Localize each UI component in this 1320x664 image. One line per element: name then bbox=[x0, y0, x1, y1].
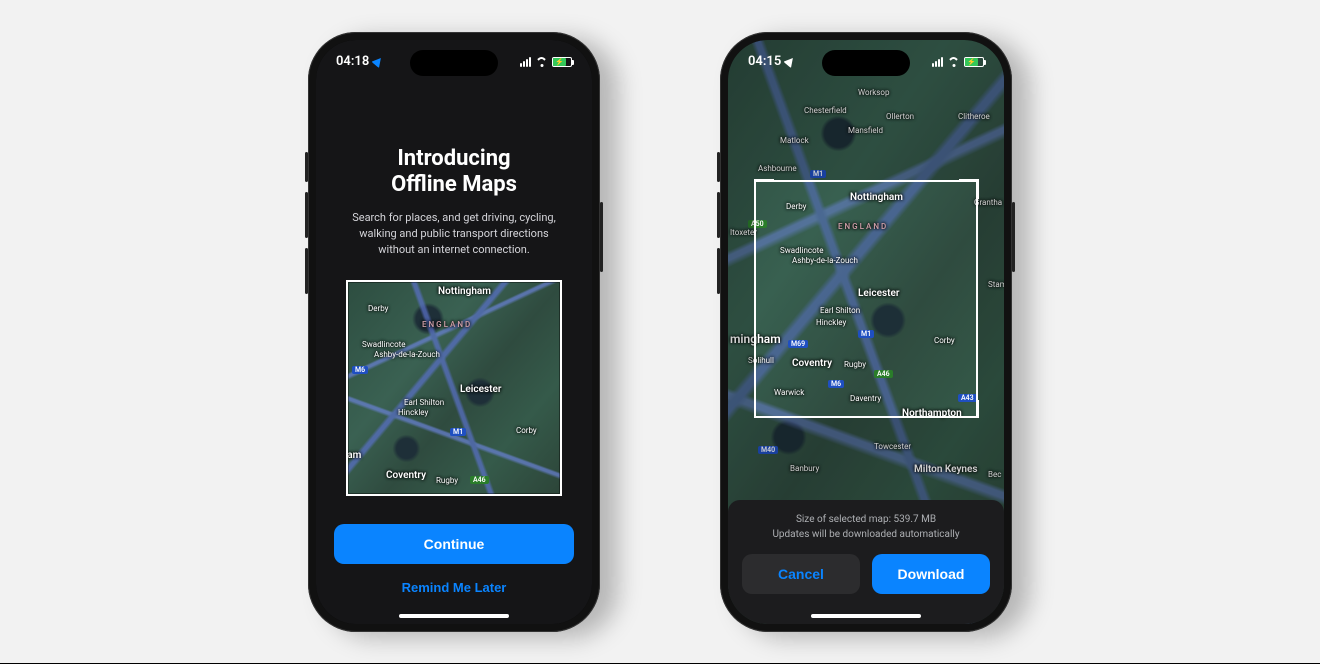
download-button[interactable]: Download bbox=[872, 554, 990, 594]
phone-screen: Worksop Chesterfield Ollerton Mansfield … bbox=[728, 40, 1004, 624]
wifi-icon bbox=[535, 57, 548, 67]
location-icon bbox=[784, 55, 797, 68]
battery-icon: ⚡ bbox=[964, 57, 984, 67]
road-badge-m1: M1 bbox=[810, 170, 826, 178]
volume-button bbox=[305, 248, 308, 294]
map-surface: Nottingham Derby ENGLAND Swadlincote Ash… bbox=[346, 280, 562, 496]
offline-maps-intro: Introducing Offline Maps Search for plac… bbox=[316, 40, 592, 624]
intro-title-line2: Offline Maps bbox=[391, 172, 517, 197]
volume-button bbox=[305, 192, 308, 238]
volume-button bbox=[717, 192, 720, 238]
volume-button bbox=[305, 152, 308, 182]
volume-button bbox=[717, 248, 720, 294]
intro-subtitle: Search for places, and get driving, cycl… bbox=[344, 210, 564, 258]
download-size-text: Size of selected map: 539.7 MB Updates w… bbox=[742, 512, 990, 542]
home-indicator[interactable] bbox=[811, 614, 921, 618]
intro-title-line1: Introducing bbox=[397, 146, 510, 171]
home-indicator[interactable] bbox=[399, 614, 509, 618]
power-button bbox=[1012, 202, 1015, 272]
wifi-icon bbox=[947, 57, 960, 67]
cellular-signal-icon bbox=[520, 57, 531, 67]
selection-frame[interactable] bbox=[754, 180, 978, 418]
dynamic-island bbox=[822, 50, 910, 76]
status-time: 04:18 bbox=[336, 54, 369, 69]
phone-screen: 04:18 ⚡ Introducing Offline Maps Search … bbox=[316, 40, 592, 624]
intro-title: Introducing Offline Maps bbox=[334, 146, 574, 199]
cellular-signal-icon bbox=[932, 57, 943, 67]
road-badge-m40: M40 bbox=[758, 446, 778, 454]
stage: 04:18 ⚡ Introducing Offline Maps Search … bbox=[0, 0, 1320, 664]
continue-button[interactable]: Continue bbox=[334, 524, 574, 564]
cancel-button[interactable]: Cancel bbox=[742, 554, 860, 594]
phone-right: Worksop Chesterfield Ollerton Mansfield … bbox=[720, 32, 1012, 632]
power-button bbox=[600, 202, 603, 272]
phone-left: 04:18 ⚡ Introducing Offline Maps Search … bbox=[308, 32, 600, 632]
status-time: 04:15 bbox=[748, 54, 781, 69]
battery-icon: ⚡ bbox=[552, 57, 572, 67]
dynamic-island bbox=[410, 50, 498, 76]
map-preview: Nottingham Derby ENGLAND Swadlincote Ash… bbox=[346, 280, 562, 496]
location-icon bbox=[372, 55, 385, 68]
selection-frame[interactable] bbox=[346, 280, 562, 496]
volume-button bbox=[717, 152, 720, 182]
download-sheet: Size of selected map: 539.7 MB Updates w… bbox=[728, 500, 1004, 624]
remind-later-button[interactable]: Remind Me Later bbox=[334, 570, 574, 606]
